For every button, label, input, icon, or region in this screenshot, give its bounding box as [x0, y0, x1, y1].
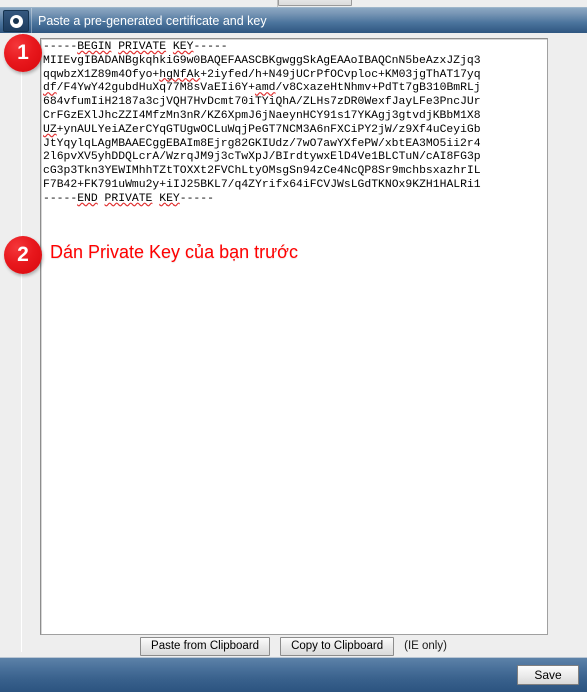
titlebar-divider	[31, 8, 32, 34]
spellcheck-underline: hgNfAk	[159, 68, 201, 81]
spellcheck-underline: BEGIN	[77, 41, 112, 53]
window-footer: Save	[0, 657, 587, 692]
radio-ring-icon	[9, 14, 23, 28]
clipboard-actions-row: Paste from Clipboard Copy to Clipboard (…	[0, 636, 587, 656]
private-key-text: -----BEGIN PRIVATE KEY----- MIIEvgIBADAN…	[43, 41, 481, 205]
ie-only-note: (IE only)	[404, 640, 447, 652]
panel-left-rule	[21, 33, 22, 652]
step-2-annotation-text: Dán Private Key của bạn trước	[50, 242, 298, 262]
window-titlebar: Paste a pre-generated certificate and ke…	[0, 7, 587, 34]
window-title: Paste a pre-generated certificate and ke…	[38, 14, 267, 28]
spellcheck-underline: amd	[254, 82, 276, 95]
certificate-radio-icon	[3, 10, 29, 32]
copy-to-clipboard-button[interactable]: Copy to Clipboard	[280, 636, 395, 656]
private-key-textarea[interactable]: -----BEGIN PRIVATE KEY----- MIIEvgIBADAN…	[40, 38, 548, 635]
clipped-button-above[interactable]	[278, 0, 352, 6]
spellcheck-underline: PRIVATE	[118, 41, 167, 53]
spellcheck-underline: UZ	[43, 123, 57, 136]
spellcheck-underline: KEY	[159, 192, 180, 205]
spellcheck-underline: PRIVATE	[104, 192, 153, 205]
save-button[interactable]: Save	[517, 665, 579, 685]
paste-from-clipboard-button[interactable]: Paste from Clipboard	[140, 636, 271, 656]
step-1-badge: 1	[4, 34, 42, 72]
spellcheck-underline: KEY	[172, 41, 194, 53]
step-2-badge: 2	[4, 236, 42, 274]
spellcheck-underline: df	[43, 82, 57, 95]
spellcheck-underline: END	[77, 192, 98, 205]
